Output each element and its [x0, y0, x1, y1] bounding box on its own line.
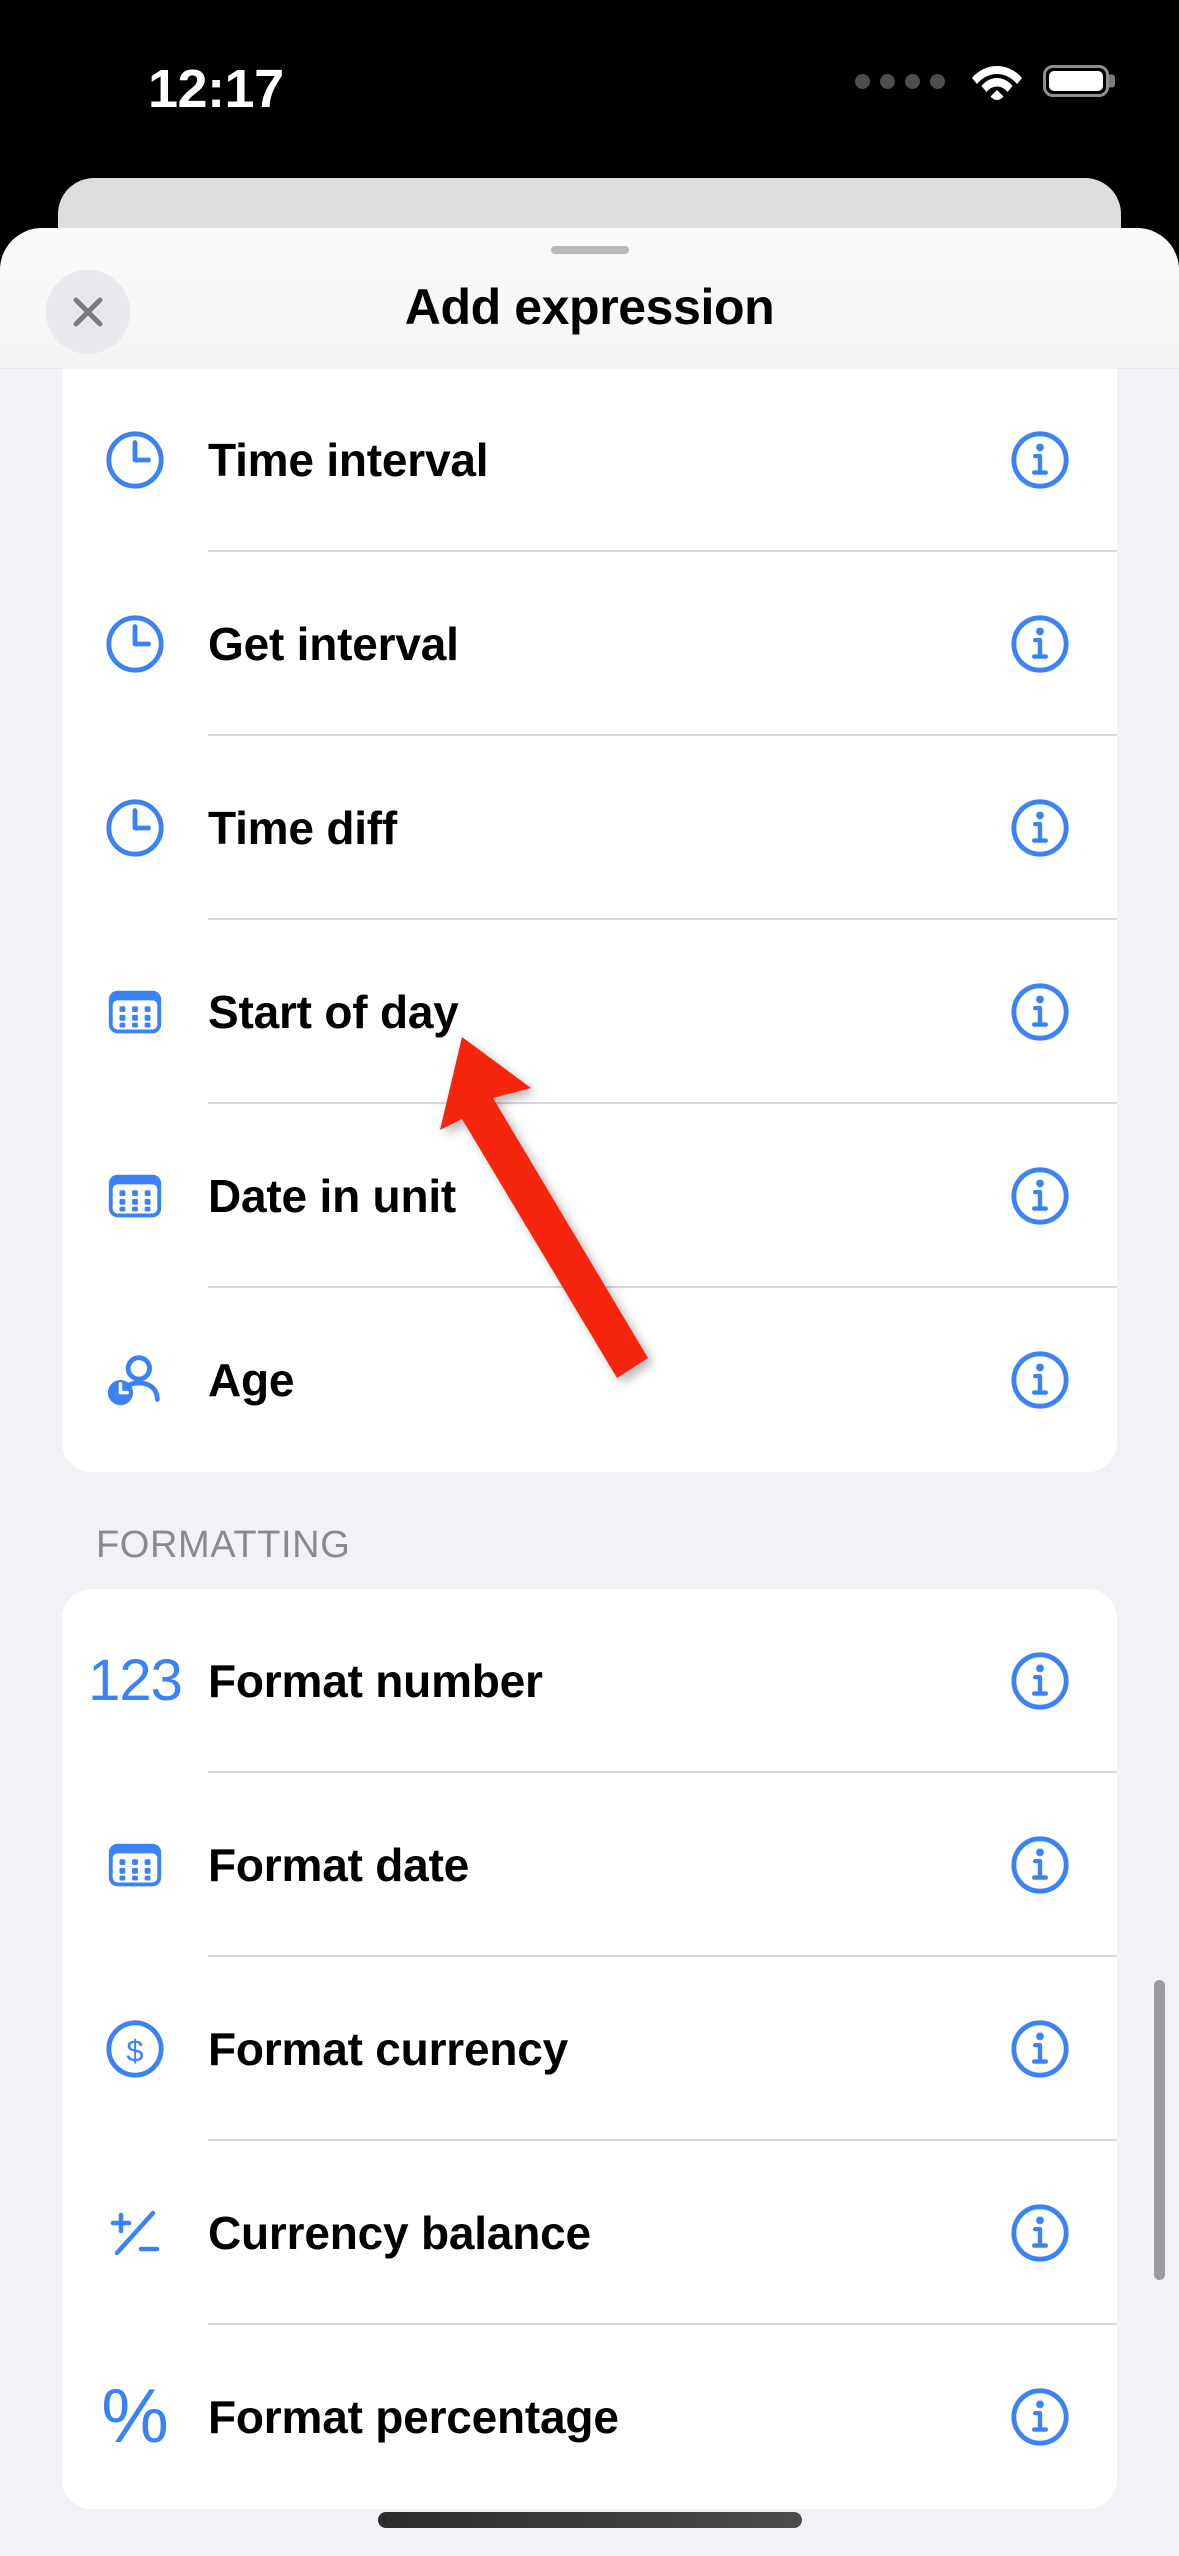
plus-minus-icon: [62, 2201, 208, 2265]
list-item-label: Format date: [208, 1839, 470, 1891]
clock-icon: [62, 429, 208, 491]
clock-icon: [62, 613, 208, 675]
info-button[interactable]: [1009, 2018, 1071, 2080]
dollar-circle-icon: $: [62, 2018, 208, 2080]
123-icon: 123: [62, 1652, 208, 1710]
info-button[interactable]: [1009, 2386, 1071, 2448]
list-item-label: Format number: [208, 1655, 543, 1707]
info-button[interactable]: [1009, 1349, 1071, 1411]
calendar-icon: [62, 1834, 208, 1896]
info-circle-icon: [1011, 431, 1069, 489]
list-item-age[interactable]: Age: [62, 1288, 1117, 1472]
percent-icon: %: [62, 2379, 208, 2455]
battery-full-icon: [1043, 65, 1109, 97]
info-circle-icon: [1011, 1351, 1069, 1409]
list-item-date-in-unit[interactable]: Date in unit: [62, 1104, 1117, 1288]
sheet-header: Add expression: [0, 228, 1179, 368]
status-bar: 12:17: [0, 0, 1179, 170]
info-button[interactable]: [1009, 1650, 1071, 1712]
list-item-get-interval[interactable]: Get interval: [62, 552, 1117, 736]
list-item-time-diff[interactable]: Time diff: [62, 736, 1117, 920]
list-item-currency-balance[interactable]: Currency balance: [62, 2141, 1117, 2325]
list-item-label: Time diff: [208, 802, 398, 854]
list-item-label: Currency balance: [208, 2207, 591, 2259]
info-circle-icon: [1011, 1836, 1069, 1894]
signal-dots-icon: [855, 73, 945, 89]
info-button[interactable]: [1009, 1165, 1071, 1227]
list-item-format-percentage[interactable]: % Format percentage: [62, 2325, 1117, 2509]
info-button[interactable]: [1009, 2202, 1071, 2264]
calendar-icon: [62, 1165, 208, 1227]
info-circle-icon: [1011, 2204, 1069, 2262]
clock-icon: [62, 797, 208, 859]
list-item-format-currency[interactable]: $ Format currency: [62, 1957, 1117, 2141]
123-glyph: 123: [88, 1648, 183, 1713]
home-indicator: [377, 2512, 802, 2528]
sheet-grabber[interactable]: [550, 246, 629, 254]
expression-list-scroll[interactable]: Time interval Get interval Time diff Sta…: [0, 368, 1179, 2556]
percent-glyph: %: [101, 2374, 169, 2459]
info-circle-icon: [1011, 1652, 1069, 1710]
list-item-label: Time interval: [208, 434, 489, 486]
info-circle-icon: [1011, 983, 1069, 1041]
wifi-icon: [971, 62, 1023, 100]
info-circle-icon: [1011, 1167, 1069, 1225]
list-item-format-date[interactable]: Format date: [62, 1773, 1117, 1957]
list-item-format-number[interactable]: 123 Format number: [62, 1589, 1117, 1773]
section-header-formatting: FORMATTING: [96, 1524, 351, 1566]
list-item-label: Get interval: [208, 618, 459, 670]
add-expression-sheet: Add expression Time interval Get interva…: [0, 228, 1179, 2556]
list-item-label: Start of day: [208, 986, 459, 1038]
info-circle-icon: [1011, 2388, 1069, 2446]
list-item-start-of-day[interactable]: Start of day: [62, 920, 1117, 1104]
list-item-label: Format currency: [208, 2023, 569, 2075]
svg-text:$: $: [126, 2034, 143, 2069]
info-circle-icon: [1011, 2020, 1069, 2078]
status-bar-indicators: [855, 62, 1109, 100]
info-button[interactable]: [1009, 797, 1071, 859]
info-button[interactable]: [1009, 981, 1071, 1043]
section-formatting-card: 123 Format number Format date $ Format c…: [62, 1589, 1117, 2509]
calendar-icon: [62, 981, 208, 1043]
section-date-time-card: Time interval Get interval Time diff Sta…: [62, 368, 1117, 1472]
list-item-time-interval[interactable]: Time interval: [62, 368, 1117, 552]
info-button[interactable]: [1009, 1834, 1071, 1896]
list-item-label: Age: [208, 1354, 295, 1406]
list-item-label: Format percentage: [208, 2391, 619, 2443]
info-circle-icon: [1011, 615, 1069, 673]
status-bar-clock: 12:17: [148, 59, 284, 119]
vertical-scroll-indicator[interactable]: [1154, 1980, 1165, 2280]
person-clock-icon: [62, 1349, 208, 1411]
info-button[interactable]: [1009, 613, 1071, 675]
info-circle-icon: [1011, 799, 1069, 857]
page-title: Add expression: [404, 279, 775, 335]
list-item-label: Date in unit: [208, 1170, 457, 1222]
phone-screen: 12:17 Add expression Time interval Get i…: [0, 0, 1179, 2556]
info-button[interactable]: [1009, 429, 1071, 491]
